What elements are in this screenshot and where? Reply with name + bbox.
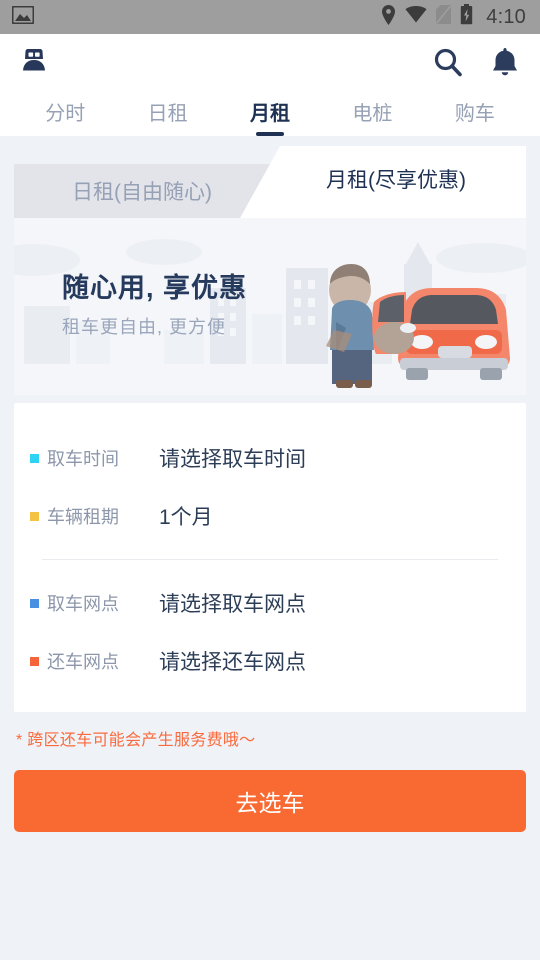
select-car-button[interactable]: 去选车	[14, 770, 526, 832]
search-icon[interactable]	[432, 46, 464, 78]
status-bar: 4:10	[0, 0, 540, 34]
tab-fenshi[interactable]: 分时	[14, 97, 116, 136]
row-return-location[interactable]: 还车网点 请选择还车网点	[14, 632, 526, 690]
row-value[interactable]: 请选择取车时间	[159, 443, 306, 473]
row-label: 取车时间	[47, 449, 119, 469]
sub-tab-bar: 日租(自由随心) 月租(尽享优惠)	[14, 146, 526, 218]
banner-title: 随心用, 享优惠	[62, 273, 248, 303]
row-label: 还车网点	[47, 652, 119, 672]
form-divider	[42, 559, 498, 560]
app-header	[0, 34, 540, 90]
bullet-icon	[30, 598, 39, 608]
promo-banner: 随心用, 享优惠 租车更自由, 更方便	[14, 218, 526, 395]
status-bar-right: 4:10	[381, 4, 526, 30]
row-rental-period[interactable]: 车辆租期 1个月	[14, 487, 526, 545]
subtab-monthly-rental[interactable]: 月租(尽享优惠)	[240, 146, 526, 218]
row-value[interactable]: 请选择还车网点	[159, 646, 306, 676]
row-value[interactable]: 1个月	[159, 501, 213, 531]
row-pickup-time[interactable]: 取车时间 请选择取车时间	[14, 429, 526, 487]
row-value[interactable]: 请选择取车网点	[159, 588, 306, 618]
row-pickup-location[interactable]: 取车网点 请选择取车网点	[14, 574, 526, 632]
row-label: 车辆租期	[47, 507, 119, 527]
notification-bell-icon[interactable]	[490, 46, 520, 78]
cross-region-fee-note: * 跨区还车可能会产生服务费哦～	[16, 732, 256, 749]
rental-form-card: 取车时间 请选择取车时间 车辆租期 1个月 取车网点 请选择取车网点 还车网点 …	[14, 403, 526, 712]
tab-dianzhuang[interactable]: 电桩	[321, 97, 423, 136]
banner-text-block: 随心用, 享优惠 租车更自由, 更方便	[62, 266, 247, 339]
location-icon	[381, 4, 396, 30]
app-screen: 4:10 分时 日租 月租 电桩 购车 日租(自由随心) 月租(尽享优惠) 随心…	[0, 0, 540, 960]
no-sim-icon	[436, 5, 452, 29]
row-label: 取车网点	[47, 594, 119, 614]
bullet-icon	[30, 656, 39, 666]
user-avatar-icon[interactable]	[16, 44, 52, 80]
battery-charging-icon	[460, 4, 473, 30]
tab-yuezu[interactable]: 月租	[219, 97, 321, 136]
tab-gouche[interactable]: 购车	[424, 97, 526, 136]
status-bar-clock: 4:10	[486, 5, 526, 28]
banner-subtitle: 租车更自由, 更方便	[62, 317, 227, 337]
image-icon	[11, 5, 35, 29]
main-tab-bar: 分时 日租 月租 电桩 购车	[0, 90, 540, 136]
tab-rizu[interactable]: 日租	[116, 97, 218, 136]
bullet-icon	[30, 511, 39, 521]
status-bar-left	[11, 5, 35, 29]
wifi-icon	[405, 6, 427, 28]
bullet-icon	[30, 453, 39, 463]
